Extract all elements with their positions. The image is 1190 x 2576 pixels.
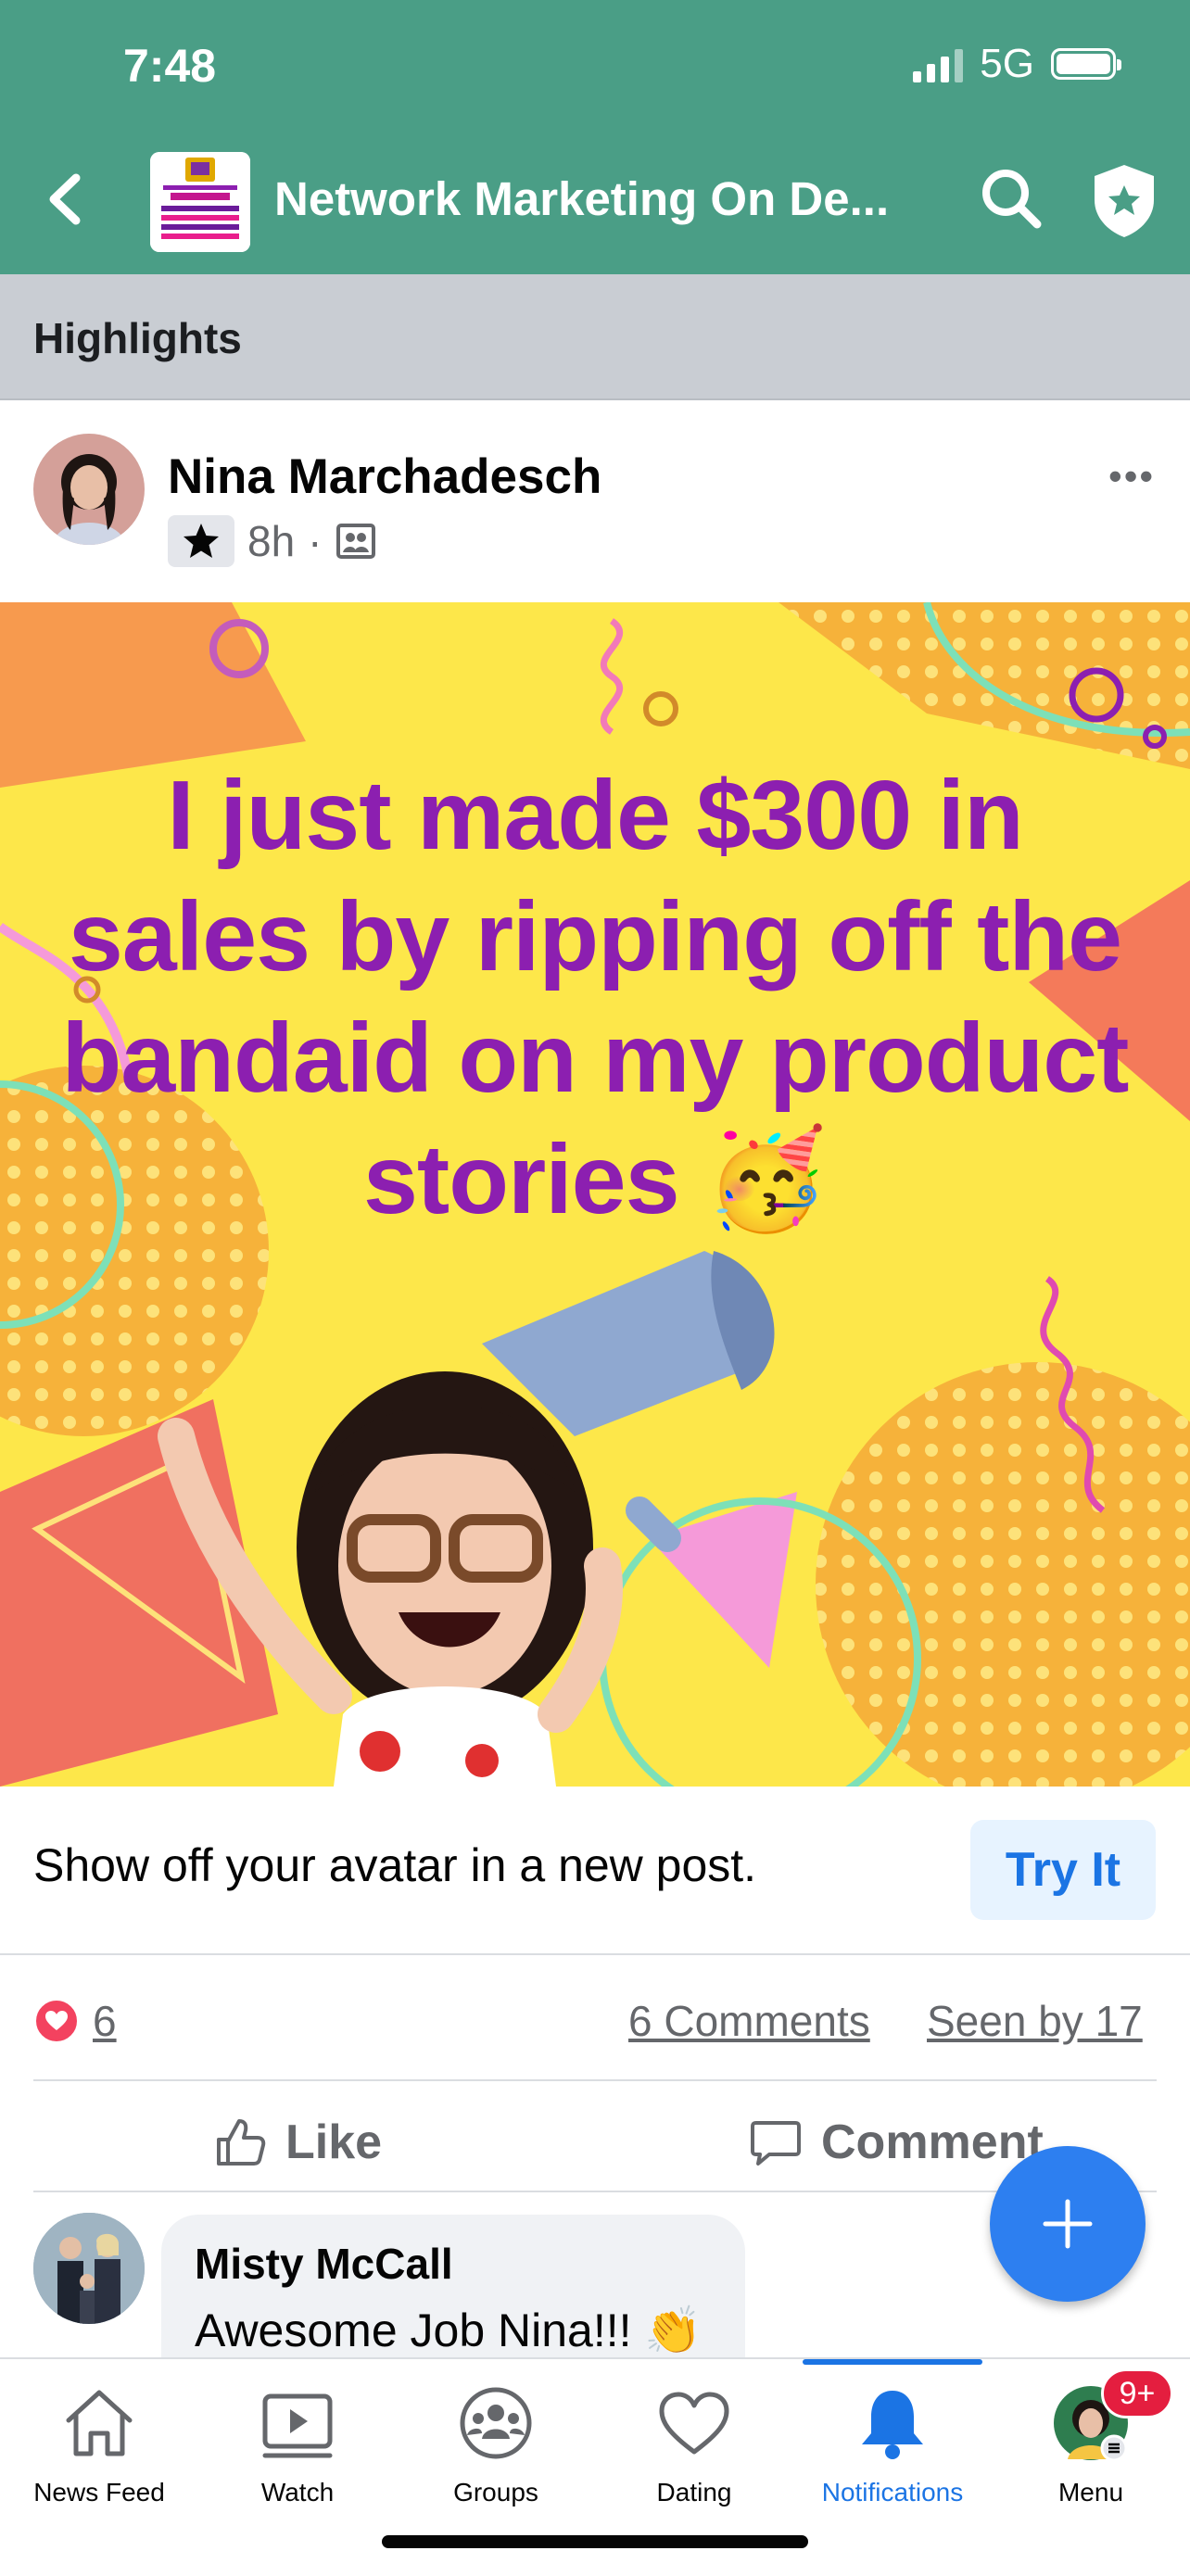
tab-watch[interactable]: Watch [198, 2359, 397, 2544]
group-logo[interactable] [150, 152, 250, 252]
comment-bubble-icon [751, 2121, 801, 2166]
comment-text: Awesome Job Nina!!! 👏 [195, 2305, 703, 2356]
comment-button[interactable]: Comment [749, 2105, 1044, 2179]
tab-label: Menu [1057, 2478, 1124, 2507]
highlights-label: Highlights [33, 314, 242, 362]
like-label: Like [285, 2115, 383, 2169]
search-icon [982, 170, 1042, 229]
post-meta: 8h · [168, 515, 376, 567]
commenter-name[interactable]: Misty McCall [195, 2239, 453, 2289]
divider [33, 2191, 1157, 2192]
tab-dating[interactable]: Dating [595, 2359, 793, 2544]
star-icon [184, 524, 219, 558]
comments-count-link[interactable]: 6 Comments [628, 1996, 870, 2046]
commenter-avatar[interactable] [33, 2213, 145, 2324]
status-time: 7:48 [123, 40, 217, 92]
network-type: 5G [980, 41, 1034, 86]
tab-label: News Feed [33, 2478, 165, 2507]
signal-icon [913, 45, 964, 82]
bell-icon [862, 2391, 923, 2459]
thumbs-up-icon [217, 2119, 266, 2166]
search-button[interactable] [978, 165, 1044, 232]
meta-separator: · [308, 517, 323, 565]
try-it-button[interactable]: Try It [970, 1820, 1156, 1920]
create-post-button[interactable] [990, 2146, 1146, 2302]
tab-label: Dating [656, 2478, 732, 2507]
star-badge [168, 515, 234, 567]
admin-tools-button[interactable] [1089, 161, 1159, 239]
like-button[interactable]: Like [213, 2105, 382, 2179]
avatar-prompt: Show off your avatar in a new post. Try … [0, 1787, 1190, 1955]
group-privacy-icon [335, 524, 375, 559]
post-image-text: I just made $300 in sales by ripping off… [61, 761, 1130, 1234]
menu-notification-badge: 9+ [1101, 2368, 1173, 2418]
home-indicator[interactable] [382, 2535, 808, 2548]
groups-icon [460, 2387, 532, 2459]
tab-news-feed[interactable]: News Feed [0, 2359, 198, 2544]
battery-icon [1051, 48, 1121, 80]
post-options-button[interactable]: ••• [1108, 454, 1155, 499]
love-reaction-icon [33, 1998, 80, 2044]
reactions-summary[interactable]: 6 [33, 1996, 117, 2046]
comment-label: Comment [821, 2115, 1044, 2169]
tab-label: Groups [453, 2478, 538, 2507]
back-button[interactable] [37, 167, 95, 232]
heart-icon [659, 2392, 729, 2455]
shield-star-icon [1095, 165, 1154, 237]
tab-label: Watch [260, 2478, 335, 2507]
plus-icon [1043, 2199, 1093, 2249]
author-avatar[interactable] [33, 434, 145, 545]
highlights-section-header: Highlights [0, 274, 1190, 400]
post-time[interactable]: 8h [247, 516, 295, 566]
divider [33, 2079, 1157, 2081]
status-icons: 5G [913, 41, 1121, 87]
avatar-prompt-text: Show off your avatar in a new post. [33, 1839, 757, 1891]
reaction-count[interactable]: 6 [93, 1996, 117, 2046]
tab-label: Notifications [821, 2478, 964, 2507]
post-author-name[interactable]: Nina Marchadesch [168, 448, 601, 505]
group-title[interactable]: Network Marketing On De... [274, 171, 889, 226]
home-icon [66, 2390, 133, 2456]
post-image[interactable]: I just made $300 in sales by ripping off… [0, 602, 1190, 1787]
chevron-left-icon [49, 173, 81, 225]
tab-groups[interactable]: Groups [397, 2359, 595, 2544]
seen-by-link[interactable]: Seen by 17 [927, 1996, 1143, 2046]
app-header: 7:48 5G Network Marketing On De... [0, 0, 1190, 274]
video-icon [262, 2393, 333, 2458]
tab-notifications[interactable]: Notifications [793, 2359, 992, 2544]
